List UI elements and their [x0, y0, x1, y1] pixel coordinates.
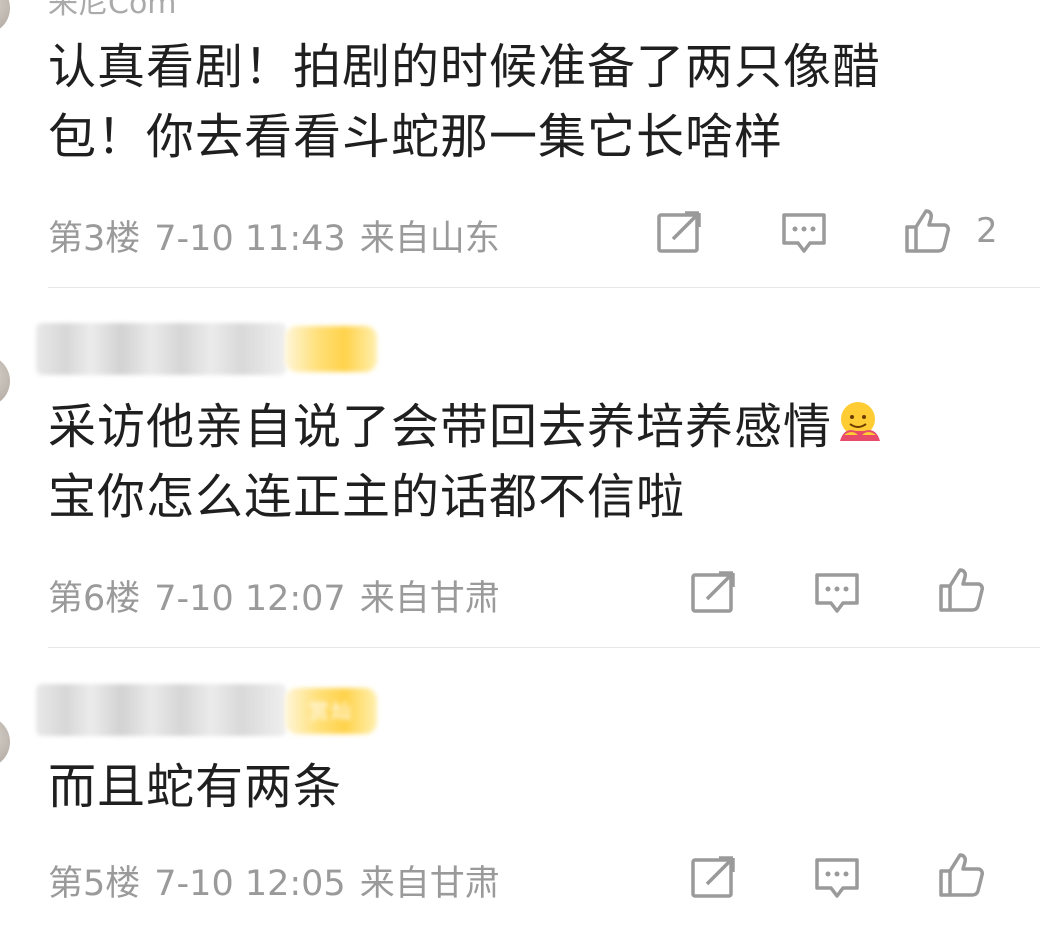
comment-text-line: 采访他亲自说了会带回去养培养感情	[48, 392, 1008, 462]
comment-text: 采访他亲自说了会带回去养培养感情 宝你怎么连正主的话都不信啦	[48, 392, 1008, 532]
comment-icon[interactable]	[780, 209, 828, 257]
username-blurred[interactable]	[36, 684, 286, 736]
share-icon[interactable]	[689, 569, 737, 617]
floor-number: 第3楼	[48, 219, 141, 259]
comment-location: 来自甘肃	[359, 864, 500, 904]
avatar[interactable]	[0, 716, 10, 768]
comment-time: 7-10 11:43	[154, 219, 346, 259]
comment-text: 而且蛇有两条	[48, 752, 1008, 822]
share-icon[interactable]	[689, 854, 737, 902]
user-badge-blurred: 赏灿	[285, 688, 377, 734]
username-blurred[interactable]	[36, 323, 286, 375]
comment-text-line: 而且蛇有两条	[48, 759, 343, 815]
comment-location: 来自甘肃	[359, 579, 500, 619]
share-icon[interactable]	[655, 209, 703, 257]
comment-meta: 第3楼 7-10 11:43 来自山东	[48, 210, 514, 261]
like-icon[interactable]	[937, 851, 985, 899]
avatar[interactable]	[0, 0, 10, 34]
divider	[48, 287, 1040, 288]
comment-text-line: 宝你怎么连正主的话都不信啦	[48, 469, 686, 525]
top-partial-username: 来尼Com	[48, 0, 177, 21]
comment-text-line: 包！你去看看斗蛇那一集它长啥样	[48, 109, 784, 165]
avatar[interactable]	[0, 355, 10, 407]
comment-time: 7-10 12:07	[154, 579, 346, 619]
divider	[48, 647, 1040, 648]
comment-text: 认真看剧！拍剧的时候准备了两只像醋 包！你去看看斗蛇那一集它长啥样	[48, 32, 1008, 172]
comment-meta: 第6楼 7-10 12:07 来自甘肃	[48, 570, 514, 621]
hug-emoji-icon	[834, 397, 886, 449]
comment-meta: 第5楼 7-10 12:05 来自甘肃	[48, 855, 514, 906]
comment-icon[interactable]	[813, 569, 861, 617]
like-count: 2	[976, 211, 998, 251]
comment-text-segment: 采访他亲自说了会带回去养培养感情	[48, 399, 833, 455]
comment-icon[interactable]	[813, 854, 861, 902]
floor-number: 第6楼	[48, 579, 141, 619]
comment-time: 7-10 12:05	[154, 864, 346, 904]
comment-location: 来自山东	[359, 219, 500, 259]
floor-number: 第5楼	[48, 864, 141, 904]
comment-text-line: 认真看剧！拍剧的时候准备了两只像醋	[48, 39, 882, 95]
user-badge-blurred	[285, 326, 377, 372]
like-icon[interactable]	[937, 566, 985, 614]
like-icon[interactable]	[903, 207, 951, 255]
